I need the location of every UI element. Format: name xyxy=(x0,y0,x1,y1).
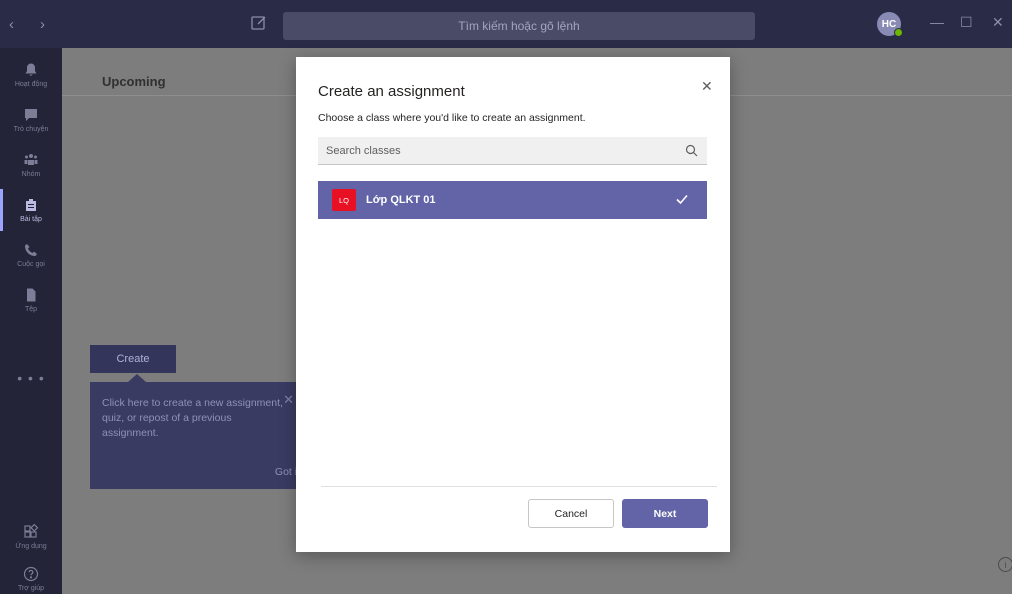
forward-icon[interactable]: › xyxy=(40,16,45,33)
class-badge: LQ xyxy=(332,189,356,211)
rail-label-help: Trợ giúp xyxy=(17,585,45,592)
create-button[interactable]: Create xyxy=(90,345,176,373)
create-assignment-dialog: Create an assignment ✕ Choose a class wh… xyxy=(296,57,730,552)
rail-label-files: Tệp xyxy=(24,306,38,313)
title-bar: ‹ › Tìm kiếm hoặc gõ lệnh HC — ☐ ✕ xyxy=(0,0,1012,48)
tooltip-close-icon[interactable]: ✕ xyxy=(283,392,294,407)
command-search-placeholder: Tìm kiếm hoặc gõ lệnh xyxy=(458,19,580,33)
rail-label-chat: Trò chuyện xyxy=(13,126,49,133)
rail-label-apps: Ứng dụng xyxy=(15,543,47,550)
close-icon[interactable]: ✕ xyxy=(701,78,713,95)
next-button[interactable]: Next xyxy=(622,499,708,528)
close-window-icon[interactable]: ✕ xyxy=(992,14,1004,31)
create-tooltip: Click here to create a new assignment, q… xyxy=(90,374,300,489)
minimize-icon[interactable]: — xyxy=(930,14,944,30)
avatar-initials: HC xyxy=(881,18,897,30)
teams-icon xyxy=(24,154,38,165)
back-icon[interactable]: ‹ xyxy=(9,16,14,33)
rail-label-calls: Cuộc gọi xyxy=(17,261,45,268)
class-name: Lớp QLKT 01 xyxy=(366,194,436,206)
apps-icon xyxy=(24,524,39,538)
file-icon xyxy=(27,288,36,302)
avatar[interactable]: HC xyxy=(877,12,903,37)
checkmark-icon xyxy=(676,194,688,205)
phone-icon xyxy=(24,244,37,257)
class-search-box xyxy=(318,137,707,165)
presence-indicator xyxy=(894,28,903,37)
class-search-input[interactable] xyxy=(326,144,666,157)
class-list-item[interactable]: LQ Lớp QLKT 01 xyxy=(318,181,707,219)
tooltip-text: Click here to create a new assignment, q… xyxy=(102,397,283,439)
rail-item-files[interactable]: Tệp xyxy=(0,273,62,327)
help-icon xyxy=(23,566,39,582)
dialog-footer-divider xyxy=(321,486,717,487)
command-search-bar[interactable]: Tìm kiếm hoặc gõ lệnh xyxy=(283,12,755,40)
rail-item-help[interactable]: Trợ giúp xyxy=(0,552,62,594)
rail-label-activity: Hoạt động xyxy=(14,81,48,88)
compose-icon[interactable] xyxy=(250,14,268,32)
dialog-title: Create an assignment xyxy=(318,83,465,100)
assignment-icon xyxy=(26,199,36,211)
cancel-button[interactable]: Cancel xyxy=(528,499,614,528)
page-title: Upcoming xyxy=(102,74,166,89)
search-icon[interactable] xyxy=(685,144,698,157)
left-rail: Hoạt động Trò chuyện Nhóm Bài tập Cuộc g… xyxy=(0,48,62,594)
info-icon[interactable]: i xyxy=(998,557,1012,572)
chat-icon xyxy=(25,109,37,121)
dialog-subtitle: Choose a class where you'd like to creat… xyxy=(318,112,586,124)
bell-icon xyxy=(25,63,37,76)
more-apps-icon[interactable]: • • • xyxy=(0,370,62,386)
maximize-icon[interactable]: ☐ xyxy=(960,14,973,31)
rail-label-teams: Nhóm xyxy=(21,171,41,178)
rail-label-assignments: Bài tập xyxy=(20,216,42,223)
